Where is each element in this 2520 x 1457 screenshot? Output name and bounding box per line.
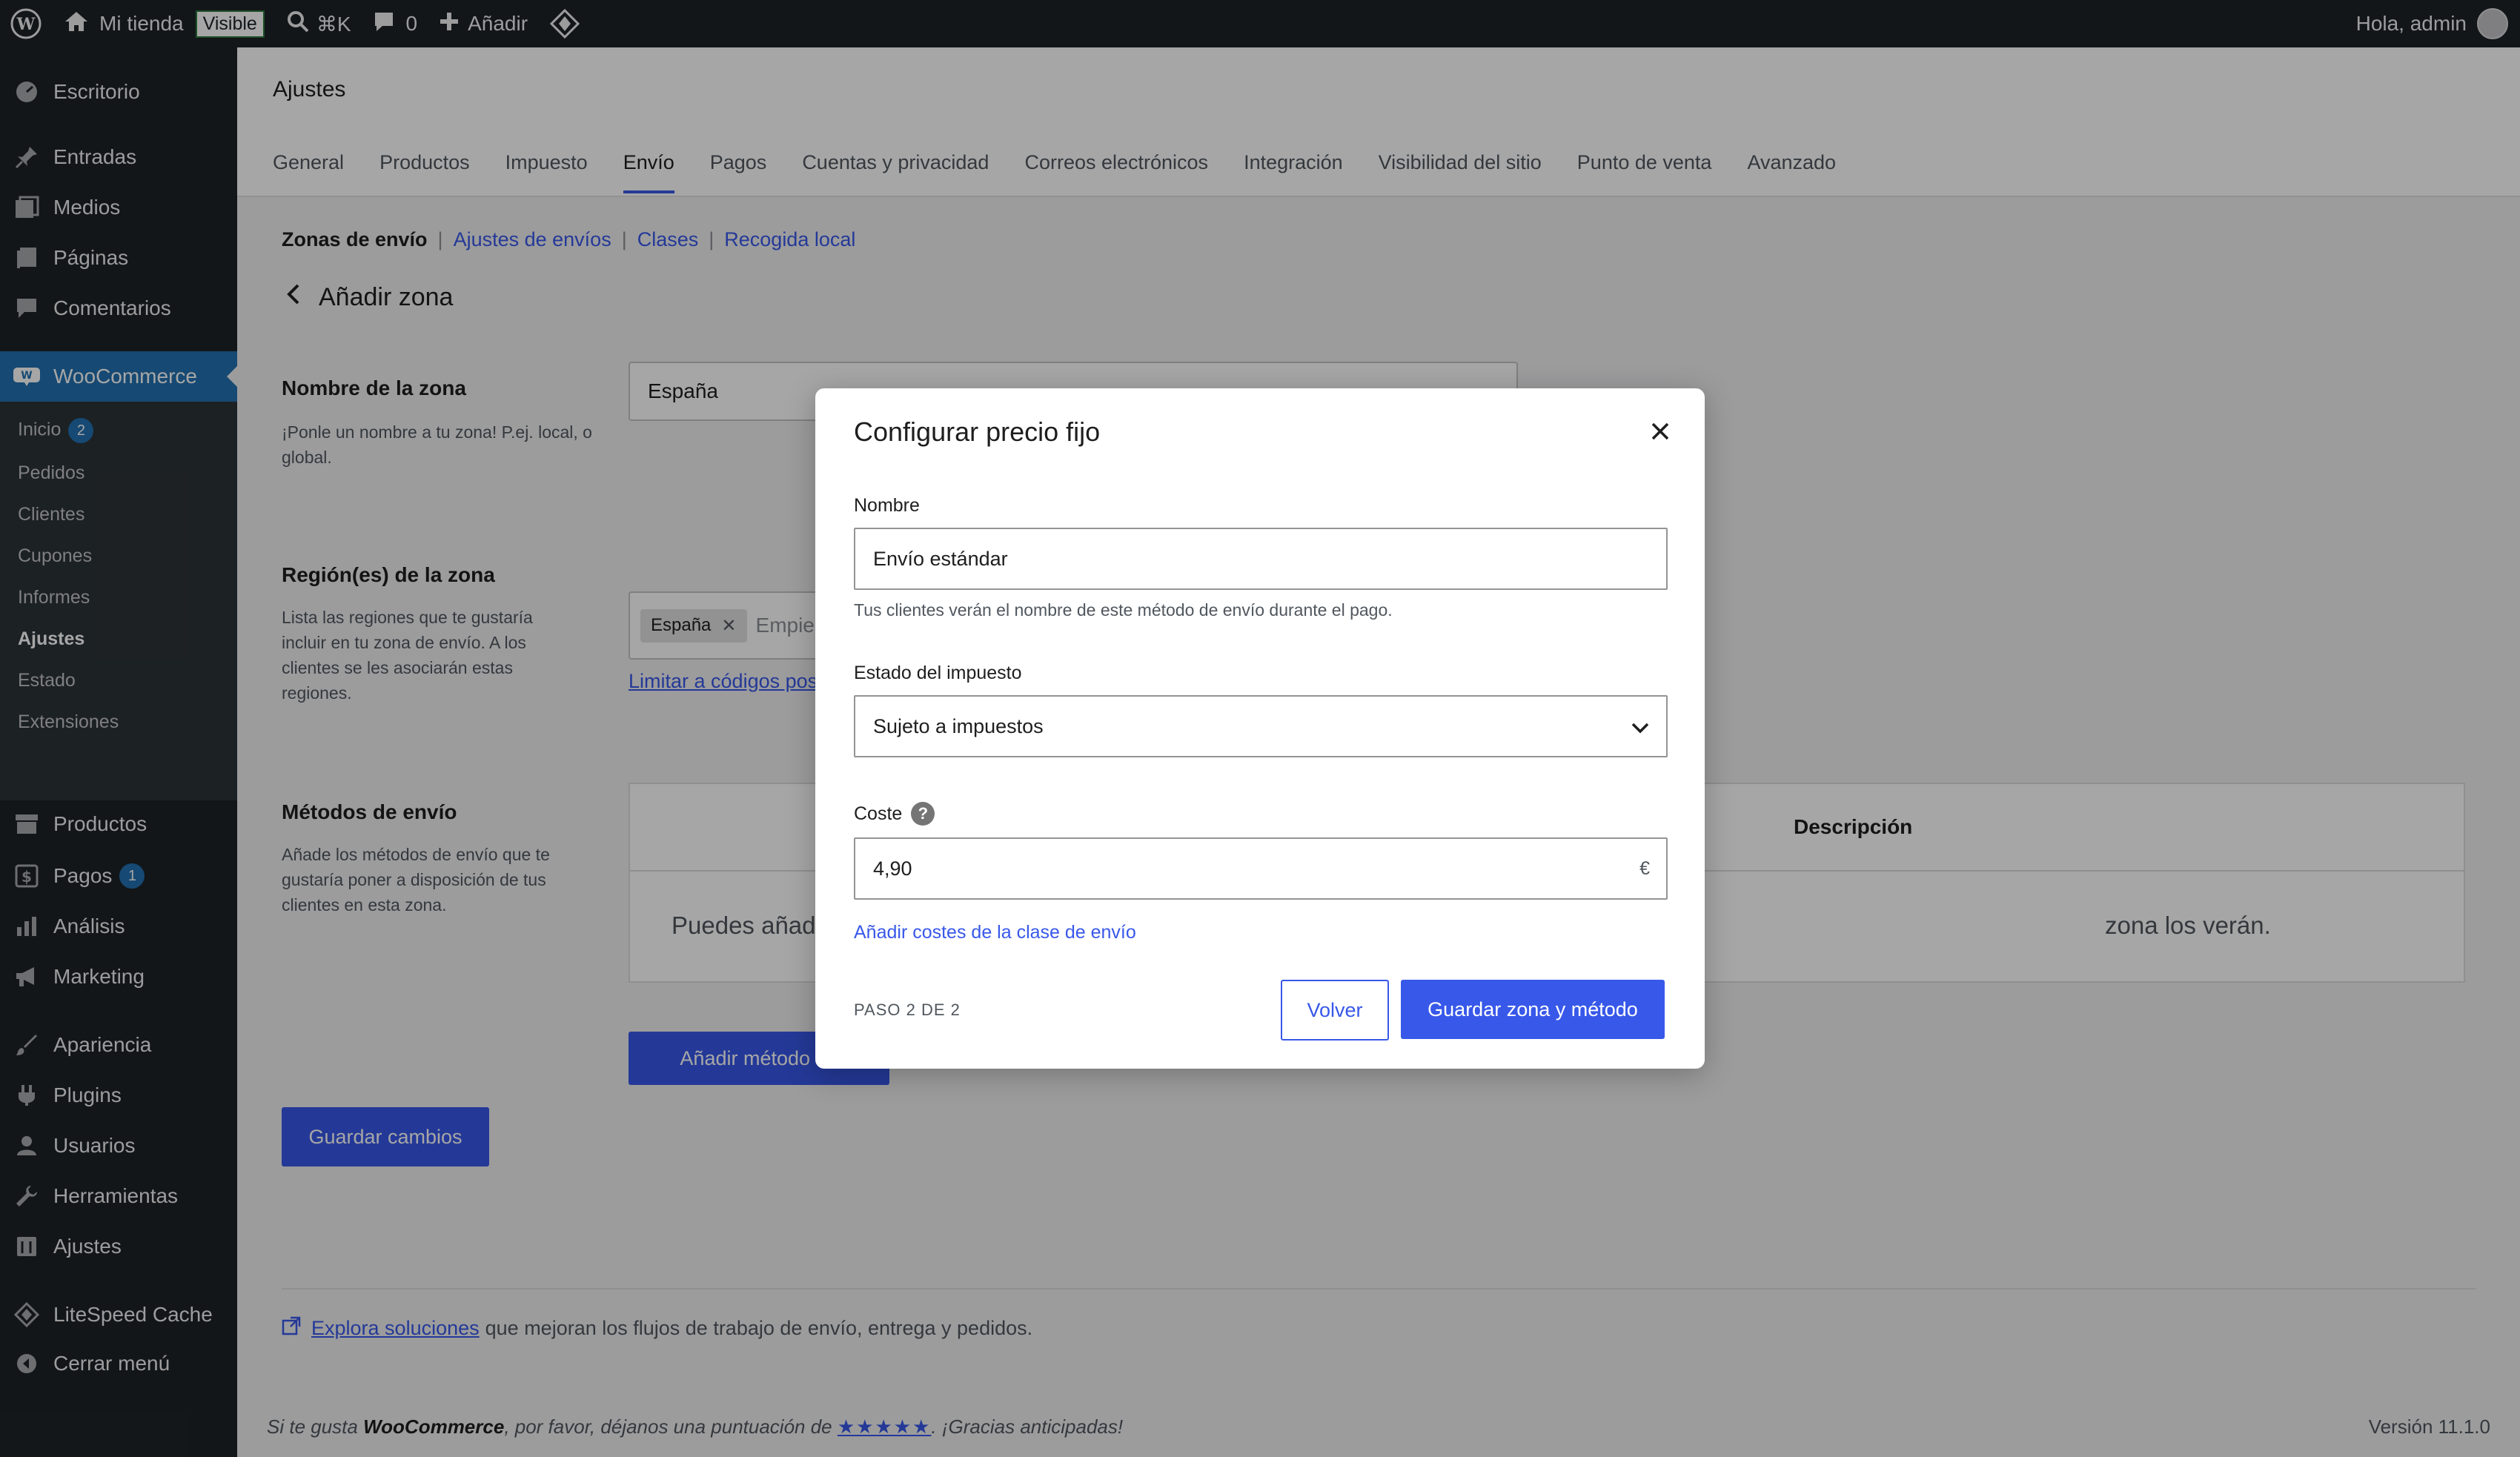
step-indicator: PASO 2 DE 2 xyxy=(854,1000,961,1019)
tax-status-value: Sujeto a impuestos xyxy=(873,714,1044,737)
cost-input[interactable]: 4,90 € xyxy=(854,837,1668,900)
save-zone-method-button[interactable]: Guardar zona y método xyxy=(1401,980,1665,1039)
cost-label-row: Coste ? xyxy=(854,802,935,826)
currency-symbol: € xyxy=(1639,857,1650,879)
name-label: Nombre xyxy=(854,495,920,516)
help-icon[interactable]: ? xyxy=(911,802,935,826)
tax-status-select[interactable]: Sujeto a impuestos xyxy=(854,695,1668,757)
modal-title: Configurar precio fijo xyxy=(854,416,1101,447)
chevron-down-icon xyxy=(1631,717,1650,740)
tax-status-label: Estado del impuesto xyxy=(854,663,1022,683)
cost-label: Coste xyxy=(854,803,903,824)
flat-rate-modal: Configurar precio fijo Nombre Envío está… xyxy=(815,388,1705,1069)
close-icon[interactable] xyxy=(1644,415,1677,448)
method-name-value: Envío estándar xyxy=(873,547,1008,570)
method-name-input[interactable]: Envío estándar xyxy=(854,528,1668,590)
add-class-costs-link[interactable]: Añadir costes de la clase de envío xyxy=(854,922,1136,943)
cost-value: 4,90 xyxy=(873,857,912,880)
name-help-text: Tus clientes verán el nombre de este mét… xyxy=(854,600,1393,620)
back-button[interactable]: Volver xyxy=(1281,980,1389,1041)
